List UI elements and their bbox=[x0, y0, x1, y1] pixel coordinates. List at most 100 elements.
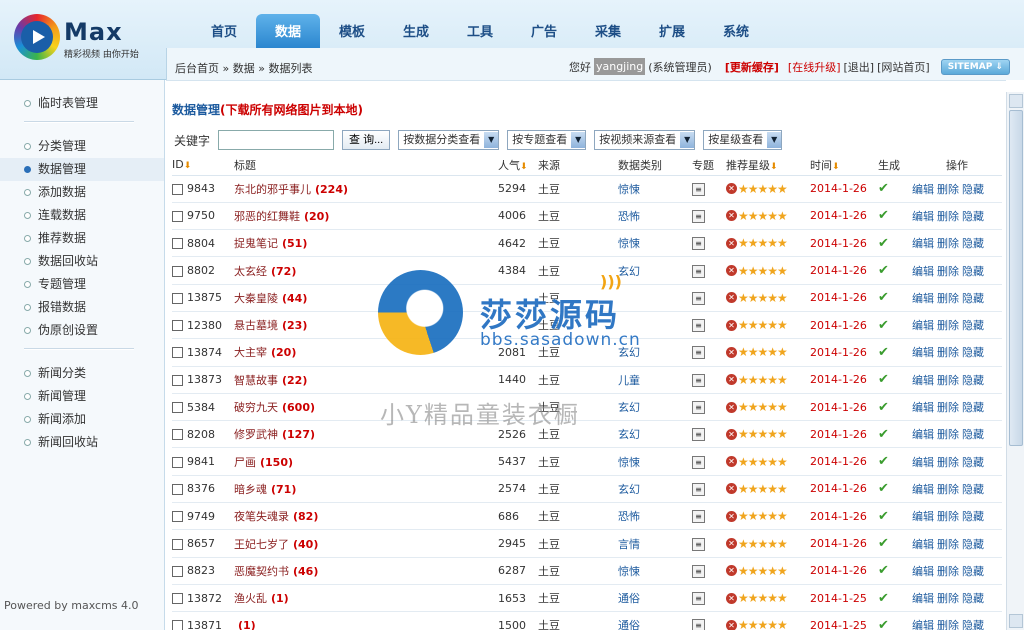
remove-star-icon[interactable]: ✕ bbox=[726, 510, 737, 522]
remove-star-icon[interactable]: ✕ bbox=[726, 346, 737, 358]
logo[interactable]: Max 精彩视频 由你开始 bbox=[14, 14, 144, 64]
vertical-scrollbar[interactable] bbox=[1006, 92, 1024, 630]
star-rating-icon[interactable]: ★★★★★ bbox=[738, 537, 788, 551]
logout-link[interactable]: [退出] bbox=[844, 59, 875, 75]
row-checkbox[interactable] bbox=[172, 483, 183, 495]
title-link[interactable]: 东北的邪乎事儿 bbox=[234, 183, 311, 196]
nav-tab-0[interactable]: 首页 bbox=[192, 14, 256, 48]
op-delete-link[interactable]: 删除 bbox=[937, 483, 959, 496]
title-link[interactable]: 破穷九天 bbox=[234, 401, 278, 414]
cell-category[interactable]: 恐怖 bbox=[618, 202, 692, 231]
topic-list-icon[interactable]: ≡ bbox=[692, 510, 705, 524]
remove-star-icon[interactable]: ✕ bbox=[726, 319, 737, 331]
remove-star-icon[interactable]: ✕ bbox=[726, 538, 737, 549]
star-rating-icon[interactable]: ★★★★★ bbox=[738, 482, 788, 496]
filter-select[interactable]: 按数据分类查看 ▼ bbox=[398, 130, 500, 150]
nav-tab-2[interactable]: 模板 bbox=[320, 14, 384, 48]
op-hide-link[interactable]: 隐藏 bbox=[962, 183, 984, 196]
topic-list-icon[interactable]: ≡ bbox=[692, 592, 705, 606]
title-link[interactable]: 恶魔契约书 bbox=[234, 565, 289, 578]
op-edit-link[interactable]: 编辑 bbox=[912, 401, 934, 414]
op-edit-link[interactable]: 编辑 bbox=[912, 374, 934, 387]
topic-list-icon[interactable]: ≡ bbox=[692, 537, 705, 551]
topic-list-icon[interactable]: ≡ bbox=[692, 401, 705, 415]
sitemap-button[interactable]: SITEMAP ⇓ bbox=[940, 58, 1010, 75]
op-hide-link[interactable]: 隐藏 bbox=[962, 619, 984, 630]
row-checkbox[interactable] bbox=[172, 347, 183, 359]
op-hide-link[interactable]: 隐藏 bbox=[962, 210, 984, 223]
col-id[interactable]: ID⬇ bbox=[172, 155, 234, 176]
scroll-down-arrow[interactable] bbox=[1009, 614, 1023, 628]
op-edit-link[interactable]: 编辑 bbox=[912, 210, 934, 223]
nav-tab-1[interactable]: 数据 bbox=[256, 14, 320, 48]
op-delete-link[interactable]: 删除 bbox=[937, 237, 959, 250]
row-checkbox[interactable] bbox=[172, 456, 183, 468]
nav-tab-5[interactable]: 广告 bbox=[512, 14, 576, 48]
title-link[interactable]: 大秦皇陵 bbox=[234, 292, 278, 305]
row-checkbox[interactable] bbox=[172, 511, 183, 523]
op-edit-link[interactable]: 编辑 bbox=[912, 346, 934, 359]
keyword-input[interactable] bbox=[218, 130, 335, 150]
op-hide-link[interactable]: 隐藏 bbox=[962, 483, 984, 496]
op-delete-link[interactable]: 删除 bbox=[937, 401, 959, 414]
op-hide-link[interactable]: 隐藏 bbox=[962, 456, 984, 469]
refresh-cache-link[interactable]: [更新缓存] bbox=[725, 59, 779, 75]
cell-category[interactable]: 玄幻 bbox=[618, 420, 692, 449]
star-rating-icon[interactable]: ★★★★★ bbox=[738, 400, 788, 414]
op-delete-link[interactable]: 删除 bbox=[937, 510, 959, 523]
sidebar-item[interactable]: 添加数据 bbox=[0, 181, 164, 204]
nav-tab-8[interactable]: 系统 bbox=[704, 14, 768, 48]
op-delete-link[interactable]: 删除 bbox=[937, 292, 959, 305]
nav-tab-6[interactable]: 采集 bbox=[576, 14, 640, 48]
download-images-link[interactable]: (下载所有网络图片到本地) bbox=[220, 103, 363, 117]
row-checkbox[interactable] bbox=[172, 429, 183, 441]
row-checkbox[interactable] bbox=[172, 183, 183, 195]
remove-star-icon[interactable]: ✕ bbox=[726, 374, 737, 386]
sidebar-item[interactable]: 数据回收站 bbox=[0, 250, 164, 273]
cell-category[interactable]: 惊悚 bbox=[618, 229, 692, 258]
op-delete-link[interactable]: 删除 bbox=[937, 346, 959, 359]
topic-list-icon[interactable]: ≡ bbox=[692, 291, 705, 305]
filter-select[interactable]: 按专题查看 ▼ bbox=[507, 130, 587, 150]
op-delete-link[interactable]: 删除 bbox=[937, 265, 959, 278]
remove-star-icon[interactable]: ✕ bbox=[726, 237, 737, 249]
op-delete-link[interactable]: 删除 bbox=[937, 319, 959, 332]
star-rating-icon[interactable]: ★★★★★ bbox=[738, 182, 788, 196]
sidebar-item[interactable]: 伪原创设置 bbox=[0, 319, 164, 342]
op-hide-link[interactable]: 隐藏 bbox=[962, 510, 984, 523]
star-rating-icon[interactable]: ★★★★★ bbox=[738, 345, 788, 359]
sidebar-item[interactable]: 报错数据 bbox=[0, 296, 164, 319]
op-hide-link[interactable]: 隐藏 bbox=[962, 319, 984, 332]
topic-list-icon[interactable]: ≡ bbox=[692, 482, 705, 496]
op-edit-link[interactable]: 编辑 bbox=[912, 237, 934, 250]
sidebar-item[interactable]: 新闻回收站 bbox=[0, 431, 164, 454]
op-edit-link[interactable]: 编辑 bbox=[912, 456, 934, 469]
row-checkbox[interactable] bbox=[172, 593, 183, 605]
op-hide-link[interactable]: 隐藏 bbox=[962, 401, 984, 414]
remove-star-icon[interactable]: ✕ bbox=[726, 265, 737, 277]
row-checkbox[interactable] bbox=[172, 238, 183, 250]
sidebar-item[interactable]: 新闻添加 bbox=[0, 408, 164, 431]
title-link[interactable]: 尸画 bbox=[234, 456, 256, 469]
topic-list-icon[interactable]: ≡ bbox=[692, 428, 705, 442]
op-edit-link[interactable]: 编辑 bbox=[912, 538, 934, 551]
nav-tab-3[interactable]: 生成 bbox=[384, 14, 448, 48]
title-link[interactable]: 大主宰 bbox=[234, 346, 267, 359]
sidebar-item[interactable]: 连载数据 bbox=[0, 204, 164, 227]
topic-list-icon[interactable]: ≡ bbox=[692, 564, 705, 578]
remove-star-icon[interactable]: ✕ bbox=[726, 592, 737, 604]
remove-star-icon[interactable]: ✕ bbox=[726, 401, 737, 413]
op-delete-link[interactable]: 删除 bbox=[937, 374, 959, 387]
title-link[interactable]: 修罗武神 bbox=[234, 428, 278, 441]
op-edit-link[interactable]: 编辑 bbox=[912, 510, 934, 523]
title-link[interactable]: 捉鬼笔记 bbox=[234, 237, 278, 250]
cell-category[interactable]: 通俗 bbox=[618, 611, 692, 630]
topic-list-icon[interactable]: ≡ bbox=[692, 346, 705, 360]
row-checkbox[interactable] bbox=[172, 565, 183, 577]
op-hide-link[interactable]: 隐藏 bbox=[962, 374, 984, 387]
sidebar-item[interactable]: 数据管理 bbox=[0, 158, 164, 181]
topic-list-icon[interactable]: ≡ bbox=[692, 209, 705, 223]
filter-select[interactable]: 按视频来源查看 ▼ bbox=[594, 130, 696, 150]
row-checkbox[interactable] bbox=[172, 538, 183, 550]
op-delete-link[interactable]: 删除 bbox=[937, 565, 959, 578]
